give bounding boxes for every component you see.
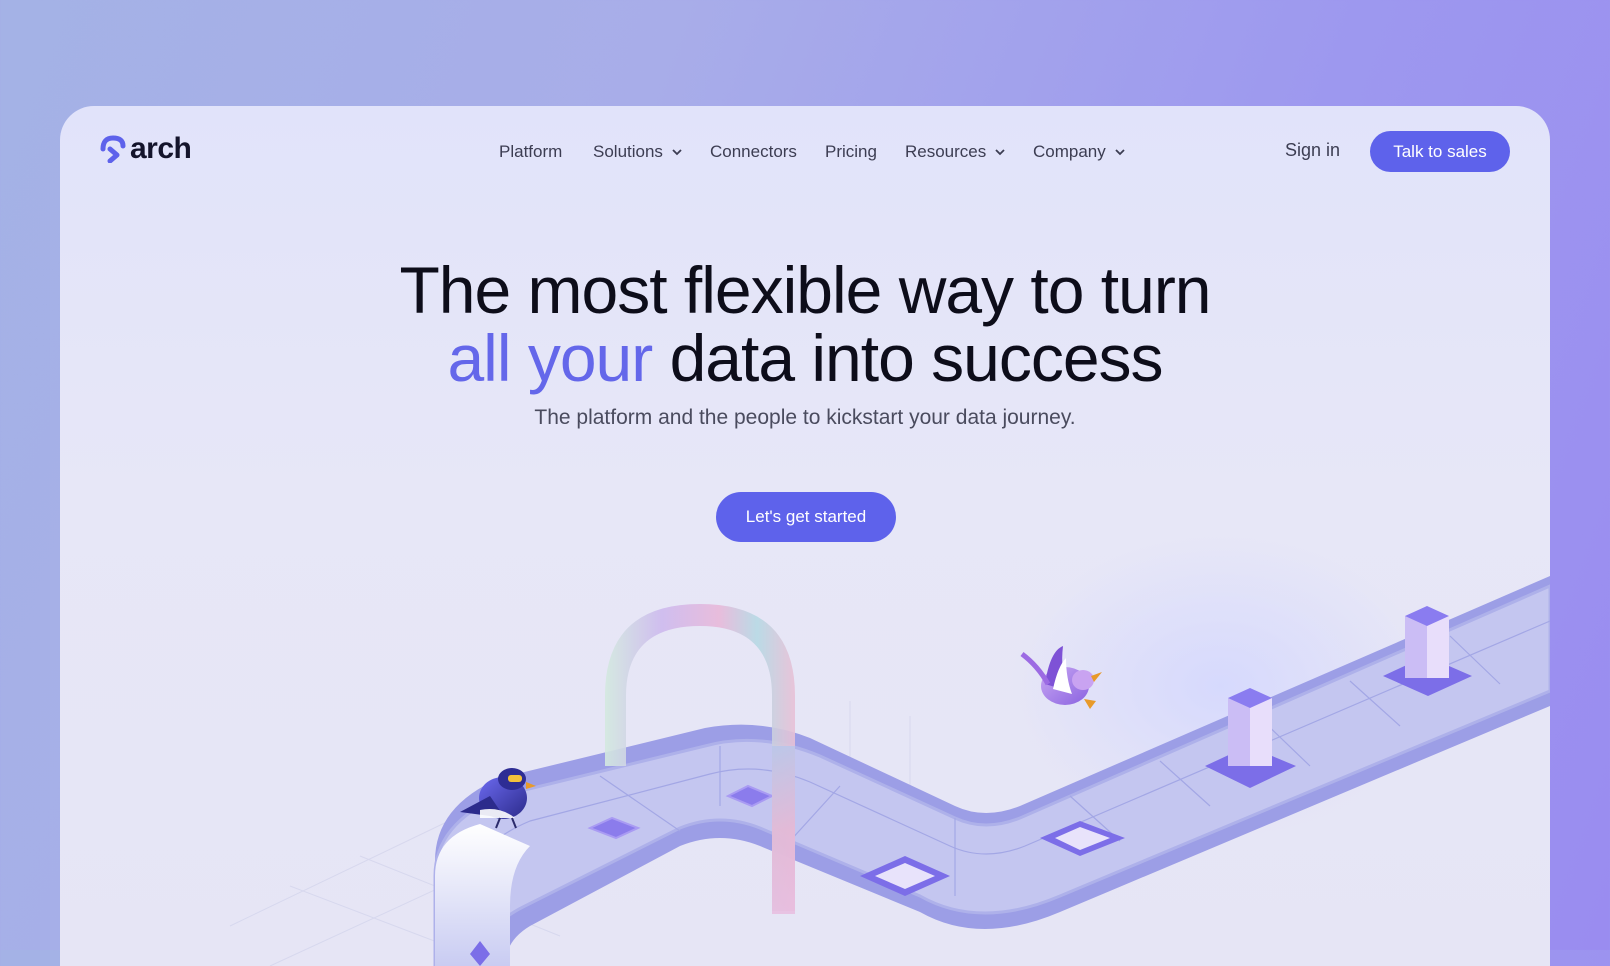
nav-item-label: Connectors (710, 142, 797, 161)
chevron-down-icon (995, 149, 1005, 156)
get-started-button[interactable]: Let's get started (716, 492, 896, 542)
sign-in-link[interactable]: Sign in (1285, 130, 1340, 170)
chevron-down-icon (672, 149, 682, 156)
nav-item-label: Resources (905, 142, 987, 161)
bird-flying-icon (1020, 646, 1102, 709)
hero-subtitle: The platform and the people to kickstart… (534, 406, 1076, 429)
nav-item-company[interactable]: Company (1033, 136, 1126, 168)
headline-line-1: The most flexible way to turn (399, 253, 1211, 327)
nav-item-platform[interactable]: Platform (499, 136, 562, 168)
nav-item-solutions[interactable]: Solutions (593, 136, 683, 168)
nav-item-label: Solutions (593, 142, 663, 161)
hero-card: arch Platform Solutions Connectors Prici… (60, 106, 1550, 966)
nav-item-label: Company (1033, 142, 1106, 161)
chevron-down-icon (1115, 149, 1125, 156)
hero-headline: The most flexible way to turn all your d… (60, 256, 1550, 392)
headline-rest: data into success (652, 321, 1164, 395)
nav-item-connectors[interactable]: Connectors (710, 136, 797, 168)
nav-item-pricing[interactable]: Pricing (825, 136, 877, 168)
nav-item-label: Platform (499, 142, 563, 161)
headline-accent: all your (447, 321, 653, 395)
hero-section: The most flexible way to turn all your d… (60, 256, 1550, 430)
nav-item-label: Pricing (825, 142, 877, 161)
nav-item-resources[interactable]: Resources (905, 136, 1006, 168)
talk-to-sales-button[interactable]: Talk to sales (1370, 131, 1510, 172)
